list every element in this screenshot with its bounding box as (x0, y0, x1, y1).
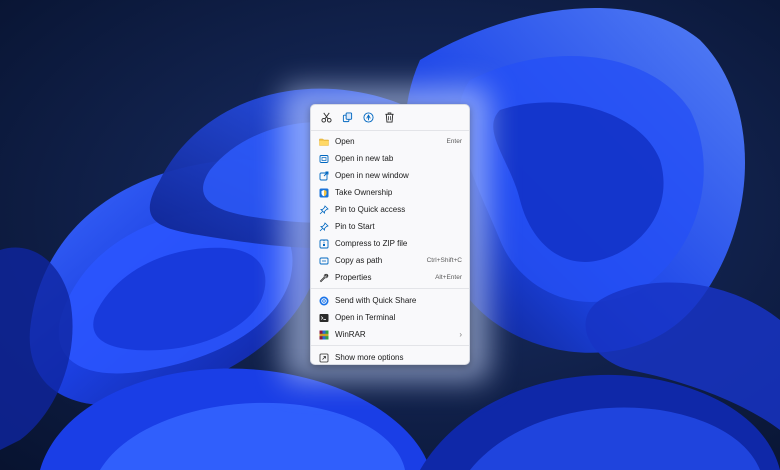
menu-divider (311, 288, 469, 289)
menu-item-quick-share[interactable]: Send with Quick Share (311, 292, 469, 309)
copy-button[interactable] (339, 110, 355, 126)
menu-item-label: Take Ownership (335, 188, 393, 197)
menu-item-open-terminal[interactable]: Open in Terminal (311, 309, 469, 326)
cut-icon (320, 112, 332, 123)
menu-item-label: Open in new tab (335, 154, 394, 163)
menu-item-label: Properties (335, 273, 372, 282)
menu-item-open-new-window[interactable]: Open in new window (311, 167, 469, 184)
menu-item-open[interactable]: Open Enter (311, 133, 469, 150)
menu-item-pin-start[interactable]: Pin to Start (311, 218, 469, 235)
context-menu: Open Enter Open in new tab Open in new w… (310, 104, 470, 365)
pin-icon (319, 221, 329, 231)
menu-item-label: Send with Quick Share (335, 296, 417, 305)
menu-item-label: WinRAR (335, 330, 366, 339)
menu-item-take-ownership[interactable]: Take Ownership (311, 184, 469, 201)
chevron-right-icon: › (459, 330, 462, 339)
menu-item-copy-as-path[interactable]: Copy as path Ctrl+Shift+C (311, 252, 469, 269)
menu-item-label: Open in new window (335, 171, 409, 180)
shortcut-text: Ctrl+Shift+C (426, 257, 462, 264)
copy-icon (342, 112, 352, 123)
zip-icon (319, 239, 329, 248)
cut-button[interactable] (318, 110, 334, 126)
quick-share-icon (319, 296, 329, 305)
menu-item-label: Pin to Start (335, 222, 375, 231)
winrar-icon (319, 330, 329, 339)
delete-icon (384, 112, 394, 123)
folder-icon (319, 138, 329, 146)
menu-item-label: Pin to Quick access (335, 205, 406, 214)
menu-item-properties[interactable]: Properties Alt+Enter (311, 269, 469, 286)
menu-item-label: Open in Terminal (335, 313, 396, 322)
delete-button[interactable] (381, 110, 397, 126)
wrench-icon (319, 273, 329, 282)
shortcut-text: Alt+Enter (435, 274, 462, 281)
menu-item-open-new-tab[interactable]: Open in new tab (311, 150, 469, 167)
menu-item-label: Compress to ZIP file (335, 239, 408, 248)
menu-item-compress-zip[interactable]: Compress to ZIP file (311, 235, 469, 252)
pin-icon (319, 204, 329, 214)
menu-item-show-more-options[interactable]: Show more options (311, 349, 469, 366)
menu-item-label: Copy as path (335, 256, 383, 265)
menu-divider (311, 345, 469, 346)
menu-item-winrar[interactable]: WinRAR › (311, 326, 469, 343)
menu-item-pin-quick-access[interactable]: Pin to Quick access (311, 201, 469, 218)
new-window-icon (319, 171, 329, 180)
menu-item-label: Show more options (335, 353, 404, 362)
shortcut-text: Enter (446, 138, 462, 145)
share-button[interactable] (360, 110, 376, 126)
new-tab-icon (319, 154, 329, 163)
shield-icon (319, 188, 329, 197)
menu-item-label: Open (335, 137, 355, 146)
path-icon (319, 257, 329, 264)
quick-action-bar (311, 105, 469, 131)
share-icon (362, 112, 374, 123)
more-options-icon (319, 353, 329, 362)
terminal-icon (319, 313, 329, 322)
menu-items: Open Enter Open in new tab Open in new w… (311, 131, 469, 366)
